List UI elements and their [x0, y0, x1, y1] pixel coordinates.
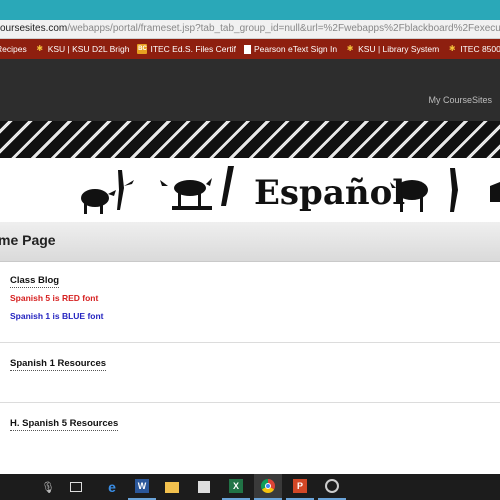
bookmark-label: KSU | KSU D2L Brigh: [47, 44, 130, 54]
site-header: My CourseSites: [0, 59, 500, 121]
chrome-icon[interactable]: [254, 474, 282, 500]
url-path: /webapps/portal/frameset.jsp?tab_tab_gro…: [67, 23, 500, 34]
bookmark-label: ITEC 8500 Caps: [460, 44, 500, 54]
module-divider: [0, 342, 500, 343]
file-explorer-icon[interactable]: [158, 474, 186, 500]
bookmark-itec-eds[interactable]: BC ITEC Ed.S. Files Certif: [137, 44, 236, 54]
spanish1-note: Spanish 1 is BLUE font: [10, 311, 104, 321]
decorative-pattern-strip: [0, 121, 500, 158]
module-spanish1-title[interactable]: Spanish 1 Resources: [10, 358, 107, 371]
store-icon[interactable]: [190, 474, 218, 500]
bookmark-label: Pearson eText Sign In: [253, 44, 338, 54]
media-icon[interactable]: [318, 474, 346, 500]
bookmarks-bar: Recipes ✱ KSU | KSU D2L Brigh BC ITEC Ed…: [0, 39, 500, 59]
banner-artwork: Español: [81, 166, 500, 214]
microphone-icon[interactable]: 🎙: [34, 474, 62, 500]
my-coursesites-link[interactable]: My CourseSites: [428, 95, 492, 105]
windows-taskbar: 🎙 e W X P: [0, 474, 500, 500]
task-view-icon[interactable]: [62, 474, 90, 500]
bookmark-label: Recipes: [0, 44, 27, 54]
star-icon: ✱: [346, 44, 354, 53]
bookmark-ksu-d2l[interactable]: ✱ KSU | KSU D2L Brigh: [35, 44, 130, 54]
bookmark-pearson[interactable]: Pearson eText Sign In: [243, 44, 338, 54]
excel-icon[interactable]: X: [222, 474, 250, 500]
bc-icon: BC: [137, 44, 148, 54]
module-class-blog-title[interactable]: Class Blog: [10, 275, 60, 288]
bookmark-label: ITEC Ed.S. Files Certif: [150, 44, 236, 54]
main-content: Class Blog Spanish 5 is RED font Spanish…: [0, 262, 500, 474]
bookmark-recipes[interactable]: Recipes: [0, 44, 27, 54]
window-title-strip: [0, 0, 500, 20]
banner-title: Español: [254, 173, 405, 213]
page-title: me Page: [0, 232, 56, 248]
powerpoint-icon[interactable]: P: [286, 474, 314, 500]
course-banner: Español: [0, 158, 500, 222]
star-icon: ✱: [36, 44, 44, 53]
word-icon[interactable]: W: [128, 474, 156, 500]
spanish5-note: Spanish 5 is RED font: [10, 293, 99, 303]
page-icon: [243, 44, 251, 54]
module-spanish5-title[interactable]: H. Spanish 5 Resources: [10, 418, 119, 431]
url-host: oursesites.com: [0, 23, 68, 34]
edge-icon[interactable]: e: [98, 474, 126, 500]
page-title-bar: me Page: [0, 222, 500, 262]
address-bar[interactable]: oursesites.com/webapps/portal/frameset.j…: [0, 20, 500, 39]
bookmark-label: KSU | Library System: [358, 44, 440, 54]
bookmark-ksu-library[interactable]: ✱ KSU | Library System: [345, 44, 439, 54]
module-divider: [0, 402, 500, 403]
bookmark-itec-8500[interactable]: ✱ ITEC 8500 Caps: [447, 44, 500, 54]
star-icon: ✱: [448, 44, 456, 53]
